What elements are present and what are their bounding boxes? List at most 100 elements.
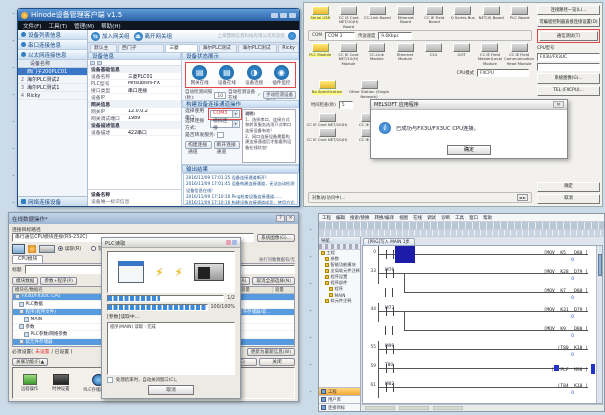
device-list-item[interactable]: 4 Ricky bbox=[18, 92, 87, 100]
ladder-rung[interactable]: 33 M76 MOV K28 D79 0 bbox=[363, 265, 596, 284]
plc-interface-option[interactable]: CC IE Cont NET/10(H) Module bbox=[334, 42, 362, 66]
auto-close-checkbox[interactable] bbox=[107, 377, 113, 383]
close-button[interactable]: ✕ bbox=[286, 215, 295, 222]
menu-item[interactable]: 搜索/替换 bbox=[350, 215, 370, 221]
station-pager[interactable]: ◄ ► bbox=[517, 194, 528, 201]
ladder-rung[interactable]: 61 M82 T84 K10 0 bbox=[363, 379, 596, 398]
device-list-item[interactable]: 2 海尔PLC测试2 bbox=[18, 76, 87, 84]
menu-item[interactable]: 窗口 bbox=[469, 215, 478, 221]
mode-radio[interactable]: 读取(R) bbox=[58, 245, 81, 252]
menu-item[interactable]: 编辑 bbox=[336, 215, 345, 221]
param-program-button[interactable]: 参数+程序(P) bbox=[40, 277, 77, 285]
pc-interface-option[interactable]: PLC Board bbox=[506, 5, 535, 20]
forward-checkbox[interactable] bbox=[217, 132, 224, 138]
ladder-editor-area[interactable]: 0 MOV K5 D80 0 3 bbox=[362, 245, 603, 404]
toolbar-row-2[interactable] bbox=[319, 230, 604, 237]
ladder-selection-cursor[interactable] bbox=[395, 246, 415, 263]
pc-interface-option[interactable]: Ethernet Board bbox=[392, 5, 421, 25]
leave-gateway-button[interactable]: ⏏离开网关组 bbox=[134, 32, 173, 41]
clock-setting-button[interactable]: 时钟设置 bbox=[52, 374, 69, 392]
ladder-rung[interactable]: MOV K7 D80 0 bbox=[363, 284, 596, 303]
contact-symbol[interactable]: T80 bbox=[385, 364, 395, 373]
pc-interface-option[interactable]: CC IE Cont NET/10(H) Board bbox=[335, 5, 364, 29]
menu-item[interactable]: 在线 bbox=[413, 215, 422, 221]
com-port-value[interactable]: COM 3 bbox=[325, 32, 355, 40]
direct-connection-setting-button[interactable]: 可编程控制器直接连接设置(D) bbox=[537, 17, 600, 27]
auto-check-checkbox[interactable]: ✓ bbox=[257, 93, 261, 98]
plc-interface-option[interactable]: CC IE Field Master/Local Module bbox=[476, 42, 504, 66]
navigation-category-tab[interactable]: 工程 bbox=[319, 387, 360, 395]
system-image-button[interactable]: 系统图像(G)... bbox=[537, 73, 600, 83]
device-tab[interactable]: 海尔PLC测试1 bbox=[238, 44, 277, 52]
melsoft-titlebar[interactable]: MELSOFT 应用程序 ✕ bbox=[371, 100, 567, 110]
navigation-category-tab[interactable]: 连接目标 bbox=[319, 403, 360, 411]
pc-interface-option[interactable]: Serial USB bbox=[306, 5, 335, 20]
pc-interface-option[interactable]: Q Series Bus bbox=[449, 5, 478, 20]
manual-check-button[interactable]: 手动检测设备在线 bbox=[263, 91, 296, 99]
contact-symbol[interactable] bbox=[384, 326, 394, 335]
ok-button[interactable]: 确定 bbox=[537, 182, 600, 192]
close-icon[interactable]: ✕ bbox=[553, 101, 564, 108]
menu-item[interactable]: 帮助(H) bbox=[101, 22, 120, 30]
related-functions-button[interactable]: 关联功能(F)▲ bbox=[12, 358, 48, 366]
sidebar-bottom-network-devices[interactable]: 网络连接设备 bbox=[18, 196, 87, 206]
ladder-rung[interactable]: 44 M77 MOV K31 D79 0 bbox=[363, 303, 596, 322]
toolbar-row-1[interactable] bbox=[319, 222, 604, 230]
sidebar-section-device-list[interactable]: 设备列表信息 bbox=[18, 30, 87, 40]
instruction[interactable]: T84 K10 bbox=[558, 384, 588, 389]
window-controls[interactable] bbox=[271, 13, 296, 18]
baud-rate-value[interactable]: 9.6Kbps bbox=[378, 32, 412, 40]
minimize-button[interactable] bbox=[226, 240, 231, 245]
titlebar[interactable]: Hinode设备管理客户端 v1.5 bbox=[18, 9, 299, 21]
cancel-button[interactable]: 取消 bbox=[537, 194, 600, 204]
device-tab[interactable]: 三菱PLC01 bbox=[165, 44, 197, 52]
menu-item[interactable]: 工程 bbox=[322, 215, 331, 221]
system-image-button[interactable]: 系统图像(G)... bbox=[257, 234, 295, 242]
ladder-rung[interactable]: 55 M99 T80 K10 0 bbox=[363, 341, 596, 360]
instruction[interactable]: MOV K5 D80 bbox=[544, 251, 588, 256]
contact-symbol[interactable] bbox=[385, 250, 395, 259]
menu-item[interactable]: 诊断 bbox=[441, 215, 450, 221]
instruction[interactable]: PLF M98 bbox=[552, 365, 588, 373]
progress-titlebar[interactable]: PLC读取 bbox=[102, 238, 240, 248]
close-button[interactable] bbox=[289, 13, 296, 18]
menu-item[interactable]: 调试 bbox=[427, 215, 436, 221]
contact-symbol[interactable] bbox=[384, 288, 394, 297]
device-list-item[interactable]: 3 海尔PLC测试1 bbox=[18, 84, 87, 92]
other-station-option[interactable]: No Specification bbox=[306, 79, 348, 94]
plc-interface-option[interactable]: GOT bbox=[447, 42, 475, 57]
interval-input[interactable]: 10 bbox=[214, 92, 226, 99]
close-button[interactable] bbox=[232, 240, 237, 245]
plc-interface-option[interactable]: CC-Link Module bbox=[363, 42, 391, 62]
ladder-rung[interactable]: MOV K9 D80 0 bbox=[363, 322, 596, 341]
instruction[interactable]: MOV K9 D80 bbox=[544, 327, 588, 332]
progress-cancel-button[interactable]: 取消 bbox=[148, 385, 194, 395]
pc-interface-option[interactable]: CC-Link Board bbox=[363, 5, 392, 20]
contact-symbol[interactable]: M82 bbox=[385, 383, 395, 392]
menu-item[interactable]: 工具(T) bbox=[48, 22, 67, 30]
navigation-category-tab[interactable]: 用户库 bbox=[319, 395, 360, 403]
maximize-button[interactable] bbox=[280, 13, 287, 18]
menu-item[interactable]: 帮助 bbox=[483, 215, 492, 221]
ladder-rung[interactable]: 59 T80 PLF M98 bbox=[363, 360, 596, 379]
minimize-button[interactable] bbox=[271, 13, 278, 18]
help-button[interactable]: ? bbox=[276, 215, 285, 222]
vertical-scrollbar[interactable] bbox=[596, 246, 602, 403]
online-data-titlebar[interactable]: 在线数据操作* ?✕ bbox=[9, 213, 298, 224]
contact-symbol[interactable]: M77 bbox=[385, 307, 395, 316]
unselect-all-button[interactable]: 取消全部选择(N) bbox=[252, 277, 295, 285]
other-station-option[interactable]: Other Station (Single Network) bbox=[348, 79, 390, 99]
device-tab[interactable]: 西门子200PLC01 bbox=[118, 44, 164, 52]
menu-item[interactable]: 转换/编译 bbox=[375, 215, 395, 221]
property-row[interactable]: 设备描述 422串口 bbox=[88, 129, 181, 136]
ladder-rung[interactable]: 0 MOV K5 D80 0 bbox=[363, 246, 596, 265]
join-gateway-button[interactable]: ⇆加入网关组 bbox=[91, 32, 130, 41]
module-data-button[interactable]: 模块数据 bbox=[12, 277, 38, 285]
navigation-tree-item[interactable]: 软元件注释 bbox=[319, 298, 360, 304]
plc-interface-option[interactable]: C24 bbox=[419, 42, 447, 57]
remote-operation-button[interactable]: 远程操作 bbox=[21, 374, 38, 392]
plc-interface-option[interactable]: CC IE Field Communication Head Module bbox=[504, 42, 534, 66]
melsoft-ok-button[interactable]: 确定 bbox=[447, 145, 491, 155]
menu-item[interactable]: 工具 bbox=[455, 215, 464, 221]
sidebar-section-serial[interactable]: 串口连接信息 bbox=[18, 40, 87, 50]
